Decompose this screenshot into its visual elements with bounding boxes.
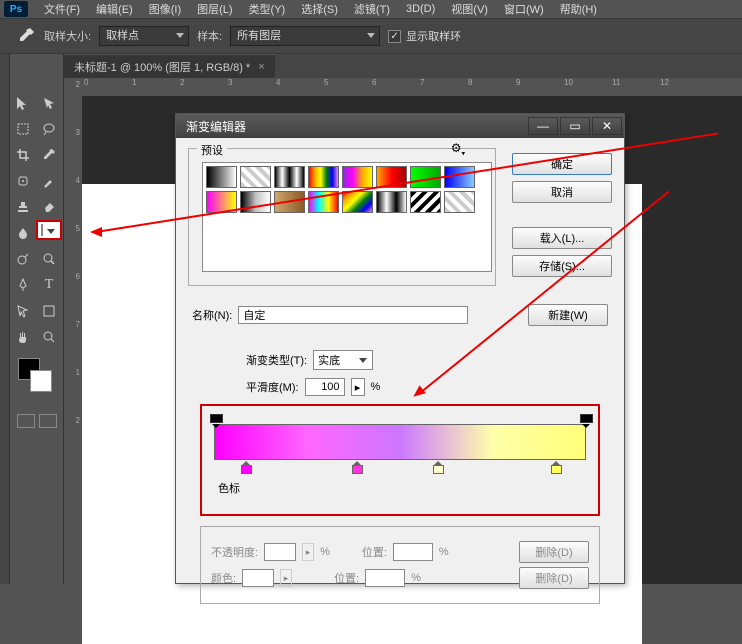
gradient-preset[interactable] — [410, 191, 441, 213]
smoothness-label: 平滑度(M): — [246, 379, 299, 395]
menu-edit[interactable]: 编辑(E) — [88, 1, 141, 17]
type-tool-icon[interactable]: T — [36, 272, 62, 298]
gradient-preset[interactable] — [240, 191, 271, 213]
delete-color-stop-button: 删除(D) — [519, 567, 589, 589]
vertical-ruler: 23456712 — [64, 78, 82, 584]
selection-arrow-icon[interactable] — [36, 90, 62, 116]
menu-image[interactable]: 图像(I) — [141, 1, 189, 17]
menu-view[interactable]: 视图(V) — [443, 1, 496, 17]
menu-type[interactable]: 类型(Y) — [241, 1, 294, 17]
opacity-stop[interactable] — [580, 414, 591, 425]
gradient-workbench: 色标 — [200, 404, 600, 516]
shape-tool-icon[interactable] — [36, 298, 62, 324]
maximize-button[interactable]: ▭ — [560, 117, 590, 135]
gradient-preset[interactable] — [308, 166, 339, 188]
menu-window[interactable]: 窗口(W) — [496, 1, 552, 17]
eraser-tool-icon[interactable] — [36, 194, 62, 220]
photoshop-logo-icon: Ps — [4, 1, 28, 17]
options-bar: 取样大小: 取样点 样本: 所有图层 ✓显示取样环 — [0, 18, 742, 54]
dodge-tool-icon[interactable] — [10, 246, 36, 272]
color-stop[interactable] — [432, 461, 443, 472]
dialog-titlebar[interactable]: 渐变编辑器 — ▭ ✕ — [176, 114, 624, 138]
brush-tool-icon[interactable] — [36, 168, 62, 194]
opacity-label: 不透明度: — [211, 544, 258, 560]
panel-handle[interactable] — [0, 54, 10, 584]
delete-opacity-stop-button: 删除(D) — [519, 541, 589, 563]
pen-tool-icon[interactable] — [10, 272, 36, 298]
opacity-input — [264, 543, 296, 561]
opacity-position-input — [393, 543, 433, 561]
gradient-type-label: 渐变类型(T): — [246, 352, 307, 368]
menu-help[interactable]: 帮助(H) — [552, 1, 605, 17]
minimize-button[interactable]: — — [528, 117, 558, 135]
color-stop[interactable] — [550, 461, 561, 472]
color-stop[interactable] — [240, 461, 251, 472]
gradient-bar[interactable] — [214, 424, 586, 460]
marquee-tool-icon[interactable] — [10, 116, 36, 142]
sample-size-select[interactable]: 取样点 — [99, 26, 189, 46]
background-color[interactable] — [30, 370, 52, 392]
gradient-type-select[interactable]: 实底 — [313, 350, 373, 370]
magnifier-icon[interactable] — [36, 246, 62, 272]
color-position-input — [365, 569, 405, 587]
gradient-preset[interactable] — [376, 191, 407, 213]
gradient-name-input[interactable] — [238, 306, 468, 324]
gradient-preset[interactable] — [342, 191, 373, 213]
healing-tool-icon[interactable] — [10, 168, 36, 194]
position-label: 位置: — [362, 544, 387, 560]
annotation-arrowhead-1 — [90, 227, 102, 237]
smoothness-input[interactable] — [305, 378, 345, 396]
stops-panel: 不透明度: ▸ % 位置: % 删除(D) 颜色: ▸ 位置: % — [200, 526, 600, 604]
crop-tool-icon[interactable] — [10, 142, 36, 168]
close-tab-icon[interactable]: × — [258, 61, 264, 73]
preset-list[interactable] — [202, 162, 492, 272]
new-button[interactable]: 新建(W) — [528, 304, 608, 326]
gradient-tool-icon[interactable] — [36, 220, 62, 240]
zoom-tool-icon[interactable] — [36, 324, 62, 350]
screenmode-icon[interactable] — [39, 414, 57, 428]
eyedropper-icon[interactable] — [36, 142, 62, 168]
menu-select[interactable]: 选择(S) — [293, 1, 346, 17]
color-swatches[interactable] — [10, 350, 63, 366]
menu-layer[interactable]: 图层(L) — [189, 1, 240, 17]
stamp-tool-icon[interactable] — [10, 194, 36, 220]
menu-file[interactable]: 文件(F) — [36, 1, 88, 17]
move-tool-icon[interactable] — [10, 90, 36, 116]
menu-filter[interactable]: 滤镜(T) — [346, 1, 398, 17]
color-swatch — [242, 569, 274, 587]
gradient-preset[interactable] — [274, 166, 305, 188]
name-label: 名称(N): — [192, 307, 232, 323]
cancel-button[interactable]: 取消 — [512, 181, 612, 203]
horizontal-ruler: 0123456789101112 — [82, 78, 742, 96]
color-stop[interactable] — [351, 461, 362, 472]
opacity-stop[interactable] — [210, 414, 221, 425]
gradient-preset[interactable] — [444, 191, 475, 213]
sample-label: 样本: — [197, 28, 222, 44]
sample-select[interactable]: 所有图层 — [230, 26, 380, 46]
show-sampling-ring-checkbox[interactable]: ✓显示取样环 — [388, 28, 461, 44]
document-tab[interactable]: 未标题-1 @ 100% (图层 1, RGB/8) *× — [64, 54, 275, 78]
hand-tool-icon[interactable] — [10, 324, 36, 350]
gradient-preset[interactable] — [342, 166, 373, 188]
presets-label: 预设 — [197, 142, 227, 158]
eyedropper-tool-icon[interactable] — [16, 26, 36, 46]
presets-menu-icon[interactable]: ⚙▾ — [451, 141, 465, 157]
quickmask-icon[interactable] — [17, 414, 35, 428]
save-button[interactable]: 存储(S)... — [512, 255, 612, 277]
menu-3d[interactable]: 3D(D) — [398, 3, 443, 15]
blur-icon[interactable] — [10, 220, 36, 246]
gradient-preset[interactable] — [206, 166, 237, 188]
load-button[interactable]: 载入(L)... — [512, 227, 612, 249]
menu-bar: Ps 文件(F) 编辑(E) 图像(I) 图层(L) 类型(Y) 选择(S) 滤… — [0, 0, 742, 18]
tool-panel: T — [10, 54, 64, 584]
sample-size-label: 取样大小: — [44, 28, 91, 44]
path-select-icon[interactable] — [10, 298, 36, 324]
close-button[interactable]: ✕ — [592, 117, 622, 135]
gradient-preset[interactable] — [240, 166, 271, 188]
lasso-tool-icon[interactable] — [36, 116, 62, 142]
stops-label: 色标 — [214, 483, 244, 495]
